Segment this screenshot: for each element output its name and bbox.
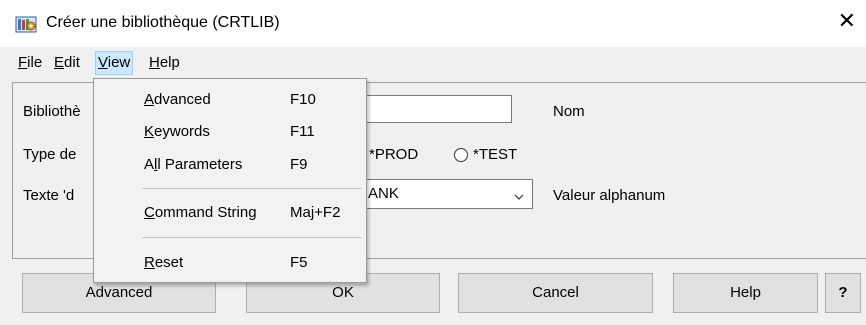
radio-prod-label[interactable]: *PROD [369, 146, 418, 163]
text-label: Texte 'd [23, 187, 75, 204]
radio-test-label[interactable]: *TEST [473, 146, 517, 163]
library-app-icon [15, 14, 37, 34]
menu-item-shortcut: F9 [290, 156, 308, 173]
cancel-button[interactable]: Cancel [458, 273, 653, 313]
window-title: Créer une bibliothèque (CRTLIB) [46, 14, 280, 31]
menu-separator [142, 237, 362, 238]
menu-view[interactable]: View [95, 51, 134, 75]
menu-item-label: Advanced [144, 91, 211, 108]
menu-item-shortcut: F5 [290, 254, 308, 271]
view-menu-dropdown: Advanced F10 Keywords F11 All Parameters… [93, 78, 367, 283]
menu-item-advanced[interactable]: Advanced F10 [94, 88, 366, 114]
menu-item-command-string[interactable]: Command String Maj+F2 [94, 201, 366, 227]
combo-value: ANK [368, 185, 399, 202]
type-label: Type de [23, 146, 77, 163]
menu-item-keywords[interactable]: Keywords F11 [94, 120, 366, 146]
title-bar: Créer une bibliothèque (CRTLIB) ✕ [0, 0, 866, 47]
menu-separator [142, 188, 362, 189]
library-hint: Nom [553, 103, 585, 120]
menu-item-label: Keywords [144, 123, 210, 140]
library-name-input[interactable] [355, 95, 512, 123]
question-button[interactable]: ? [825, 273, 861, 313]
radio-test[interactable] [454, 148, 468, 162]
menu-item-all-parameters[interactable]: All Parameters F9 [94, 153, 366, 179]
menu-item-shortcut: F10 [290, 91, 316, 108]
close-icon[interactable]: ✕ [838, 10, 856, 32]
menu-item-label: Reset [144, 254, 184, 271]
menu-help[interactable]: Help [147, 52, 182, 74]
text-combobox[interactable]: ANK [355, 179, 533, 209]
menu-item-reset[interactable]: Reset F5 [94, 251, 366, 277]
menu-edit[interactable]: Edit [52, 52, 82, 74]
text-hint: Valeur alphanum [553, 187, 666, 204]
menu-file[interactable]: File [16, 52, 44, 74]
menu-item-shortcut: F11 [290, 123, 315, 140]
help-button[interactable]: Help [673, 273, 818, 313]
chevron-down-icon[interactable] [514, 189, 524, 200]
menu-item-shortcut: Maj+F2 [290, 204, 341, 221]
library-label: Bibliothè [23, 103, 81, 120]
menu-item-label: Command String [144, 204, 257, 221]
menu-item-label: All Parameters [144, 156, 243, 173]
menu-bar: File Edit View Help [0, 50, 866, 77]
